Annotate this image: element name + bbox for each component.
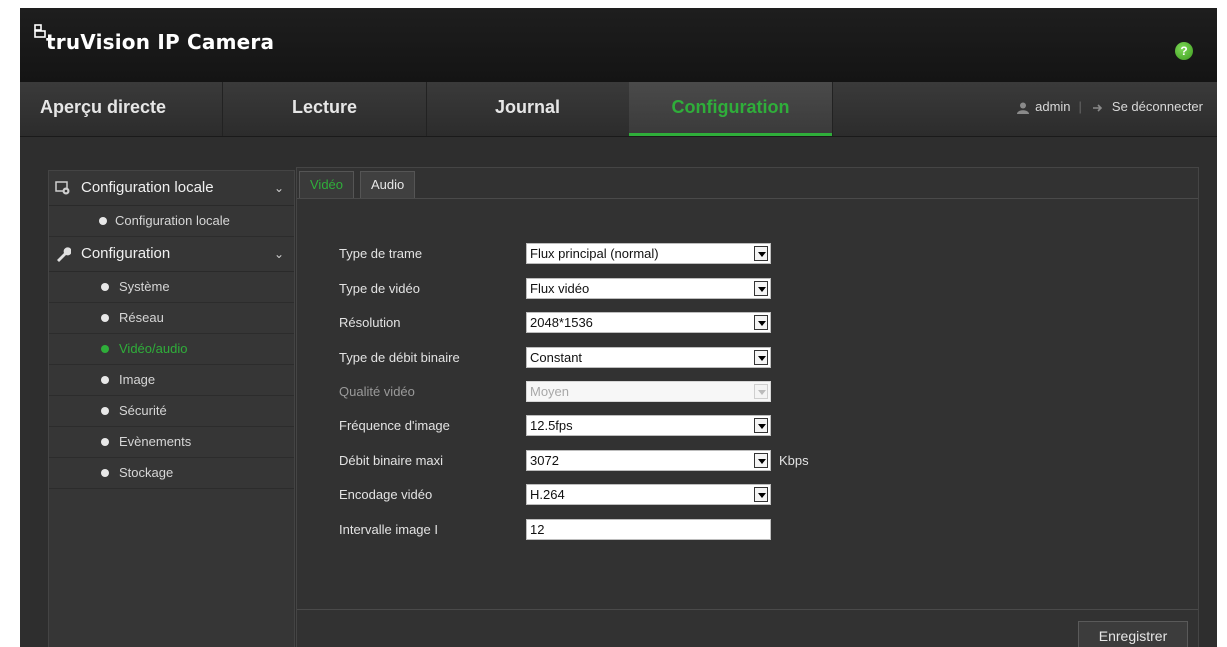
encoding-label: Encodage vidéo bbox=[339, 487, 433, 502]
save-button[interactable]: Enregistrer bbox=[1078, 621, 1188, 647]
sidebar-item-storage[interactable]: Stockage bbox=[49, 458, 294, 489]
video-type-value: Flux vidéo bbox=[530, 281, 590, 296]
encoding-select[interactable]: H.264 bbox=[526, 484, 771, 505]
user-bar: admin | Se déconnecter bbox=[1017, 82, 1203, 136]
frame-rate-select[interactable]: 12.5fps bbox=[526, 415, 771, 436]
sidebar-item-network[interactable]: Réseau bbox=[49, 303, 294, 334]
bullet-icon bbox=[99, 217, 107, 225]
bullet-icon bbox=[101, 314, 109, 322]
sub-tabs: Vidéo Audio bbox=[297, 168, 1198, 199]
sidebar-item-system[interactable]: Système bbox=[49, 272, 294, 303]
max-bitrate-label: Débit binaire maxi bbox=[339, 453, 444, 468]
video-quality-value: Moyen bbox=[530, 384, 570, 399]
dropdown-arrow-icon[interactable] bbox=[754, 246, 768, 261]
sidebar-item-label: Evènements bbox=[119, 434, 192, 449]
video-type-select[interactable]: Flux vidéo bbox=[526, 278, 771, 299]
sidebar-section-label: Configuration bbox=[81, 245, 171, 262]
video-quality-label: Qualité vidéo bbox=[339, 384, 415, 399]
sidebar-item-security[interactable]: Sécurité bbox=[49, 396, 294, 427]
sidebar-section-local-config[interactable]: Configuration locale ⌄ bbox=[49, 171, 294, 206]
dropdown-arrow-icon[interactable] bbox=[754, 281, 768, 296]
wrench-icon bbox=[57, 247, 71, 262]
bullet-icon bbox=[101, 469, 109, 477]
resolution-label: Résolution bbox=[339, 315, 401, 330]
sidebar-item-label: Sécurité bbox=[119, 403, 167, 418]
sidebar-section-configuration[interactable]: Configuration ⌄ bbox=[49, 237, 294, 272]
chevron-down-icon: ⌄ bbox=[273, 247, 284, 261]
tab-live-view[interactable]: Aperçu directe bbox=[20, 82, 223, 136]
main-nav: Aperçu directe Lecture Journal Configura… bbox=[20, 82, 1217, 137]
max-bitrate-value: 3072 bbox=[530, 453, 559, 468]
sidebar-item-events[interactable]: Evènements bbox=[49, 427, 294, 458]
logout-link[interactable]: Se déconnecter bbox=[1112, 99, 1203, 114]
chevron-down-icon: ⌄ bbox=[273, 181, 284, 195]
app-window: truVision IP Camera ? Aperçu directe Lec… bbox=[20, 8, 1217, 647]
max-bitrate-unit: Kbps bbox=[779, 453, 809, 468]
panel-footer-divider bbox=[297, 609, 1198, 610]
bullet-icon bbox=[101, 438, 109, 446]
bullet-icon bbox=[101, 283, 109, 291]
frame-rate-label: Fréquence d'image bbox=[339, 418, 450, 433]
brand-logo: truVision IP Camera bbox=[34, 24, 275, 54]
dropdown-arrow-icon bbox=[754, 384, 768, 399]
local-config-icon bbox=[55, 181, 70, 195]
separator: | bbox=[1078, 99, 1082, 114]
sidebar-item-label: Configuration locale bbox=[115, 213, 230, 228]
bullet-icon bbox=[101, 345, 109, 353]
dropdown-arrow-icon[interactable] bbox=[754, 315, 768, 330]
stream-type-value: Flux principal (normal) bbox=[530, 246, 659, 261]
dropdown-arrow-icon[interactable] bbox=[754, 418, 768, 433]
sidebar-item-image[interactable]: Image bbox=[49, 365, 294, 396]
dropdown-arrow-icon[interactable] bbox=[754, 350, 768, 365]
dropdown-arrow-icon[interactable] bbox=[754, 487, 768, 502]
tab-playback[interactable]: Lecture bbox=[223, 82, 427, 136]
bitrate-type-select[interactable]: Constant bbox=[526, 347, 771, 368]
video-type-label: Type de vidéo bbox=[339, 281, 420, 296]
resolution-select[interactable]: 2048*1536 bbox=[526, 312, 771, 333]
tab-video[interactable]: Vidéo bbox=[299, 171, 355, 198]
sidebar-section-label: Configuration locale bbox=[81, 179, 214, 196]
logout-icon[interactable] bbox=[1092, 102, 1106, 114]
max-bitrate-select[interactable]: 3072 bbox=[526, 450, 771, 471]
header: truVision IP Camera ? bbox=[20, 8, 1217, 82]
frame-rate-value: 12.5fps bbox=[530, 418, 573, 433]
stream-type-label: Type de trame bbox=[339, 246, 423, 261]
settings-panel: Vidéo Audio Type de trame Flux principal… bbox=[296, 167, 1199, 647]
sidebar-item-local-config[interactable]: Configuration locale bbox=[49, 206, 294, 237]
sidebar-item-label: Système bbox=[119, 279, 170, 294]
help-icon[interactable]: ? bbox=[1175, 42, 1193, 60]
sidebar-item-label: Vidéo/audio bbox=[119, 341, 188, 356]
username: admin bbox=[1035, 99, 1071, 114]
encoding-value: H.264 bbox=[530, 487, 565, 502]
tab-audio[interactable]: Audio bbox=[360, 171, 416, 198]
sidebar-item-label: Stockage bbox=[119, 465, 174, 480]
stream-type-select[interactable]: Flux principal (normal) bbox=[526, 243, 771, 264]
video-quality-select: Moyen bbox=[526, 381, 771, 402]
bitrate-type-label: Type de débit binaire bbox=[339, 350, 460, 365]
user-icon bbox=[1017, 102, 1030, 114]
logo-mark-icon bbox=[34, 24, 46, 38]
sidebar-item-label: Réseau bbox=[119, 310, 164, 325]
content-area: Configuration locale ⌄ Configuration loc… bbox=[20, 137, 1217, 647]
bullet-icon bbox=[101, 407, 109, 415]
tab-log[interactable]: Journal bbox=[426, 82, 630, 136]
dropdown-arrow-icon[interactable] bbox=[754, 453, 768, 468]
brand-name: truVision IP Camera bbox=[46, 30, 275, 54]
sidebar-item-video-audio[interactable]: Vidéo/audio bbox=[49, 334, 294, 365]
i-frame-interval-label: Intervalle image I bbox=[339, 522, 438, 537]
sidebar: Configuration locale ⌄ Configuration loc… bbox=[48, 170, 295, 647]
i-frame-interval-input[interactable]: 12 bbox=[526, 519, 771, 540]
sidebar-item-label: Image bbox=[119, 372, 156, 387]
bitrate-type-value: Constant bbox=[530, 350, 583, 365]
tab-configuration[interactable]: Configuration bbox=[629, 82, 833, 136]
resolution-value: 2048*1536 bbox=[530, 315, 593, 330]
bullet-icon bbox=[101, 376, 109, 384]
